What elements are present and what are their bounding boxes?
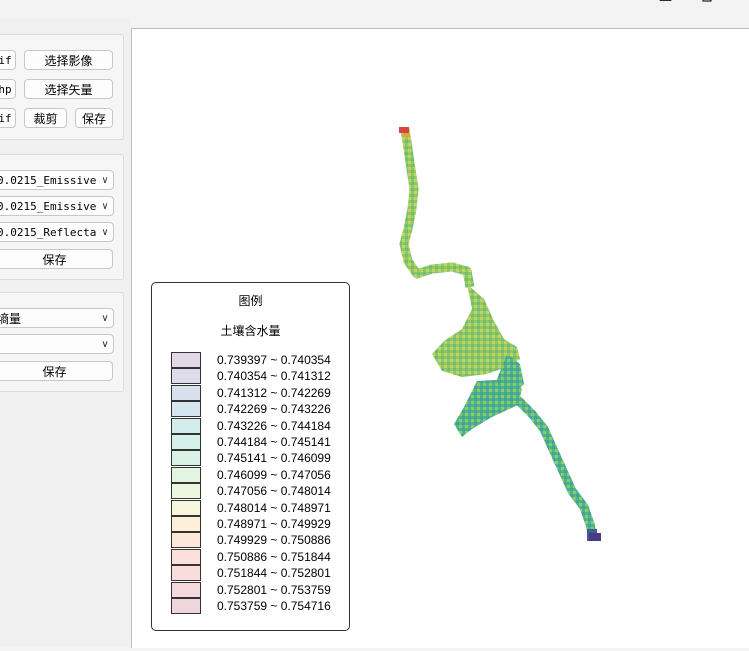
- legend-item: 0.752801 ~ 0.753759: [171, 581, 341, 598]
- chevron-down-icon: ∨: [101, 338, 109, 350]
- save-button-3[interactable]: 保存: [0, 361, 113, 381]
- legend-item-label: 0.748014 ~ 0.748971: [217, 500, 331, 515]
- legend-swatch: [171, 434, 201, 450]
- band-group: 0.0215_Emissive ∨ 0.0215_Emissive ∨ 0.02…: [0, 154, 124, 280]
- legend-swatch: [171, 368, 201, 385]
- legend-swatch: [171, 516, 201, 532]
- output-group: 墒量 ∨ ∨ 保存: [0, 292, 124, 392]
- legend-item: 0.748014 ~ 0.748971: [171, 499, 341, 516]
- legend-swatch: [171, 417, 201, 434]
- variable-combo[interactable]: 墒量 ∨: [0, 308, 114, 328]
- legend-swatch: [171, 581, 201, 598]
- vector-path-field[interactable]: hp: [0, 79, 16, 99]
- chevron-down-icon: ∨: [101, 174, 109, 186]
- legend-swatch: [171, 499, 201, 516]
- legend-swatch: [171, 483, 201, 500]
- legend-item-label: 0.749929 ~ 0.750886: [217, 533, 331, 548]
- legend-item-label: 0.745141 ~ 0.746099: [217, 451, 331, 466]
- legend-swatch: [171, 548, 201, 565]
- legend-swatch: [171, 450, 201, 467]
- legend-item-label: 0.752801 ~ 0.753759: [217, 582, 331, 597]
- legend-item-label: 0.740354 ~ 0.741312: [217, 369, 331, 384]
- select-vector-button[interactable]: 选择矢量: [24, 79, 113, 99]
- legend-item-label: 0.750886 ~ 0.751844: [217, 549, 331, 564]
- legend-item: 0.743226 ~ 0.744184: [171, 417, 341, 434]
- legend-item: 0.739397 ~ 0.740354: [171, 352, 341, 368]
- legend-item-label: 0.746099 ~ 0.747056: [217, 467, 331, 482]
- legend-item-label: 0.744184 ~ 0.745141: [217, 435, 331, 449]
- legend-item-label: 0.748971 ~ 0.749929: [217, 517, 331, 531]
- legend-item-label: 0.747056 ~ 0.748014: [217, 484, 331, 499]
- legend-subtitle: 土壤含水量: [220, 324, 281, 338]
- band-combo-1[interactable]: 0.0215_Emissive ∨: [0, 170, 114, 190]
- legend-item: 0.746099 ~ 0.747056: [171, 466, 341, 483]
- legend-swatch: [171, 466, 201, 483]
- image-path-field[interactable]: if: [0, 50, 16, 70]
- legend-item: 0.740354 ~ 0.741312: [171, 368, 341, 385]
- legend-swatch: [171, 565, 201, 582]
- minimize-icon[interactable]: —: [659, 0, 672, 8]
- method-combo[interactable]: ∨: [0, 334, 114, 354]
- clip-button[interactable]: 裁剪: [24, 108, 67, 128]
- legend-item: 0.751844 ~ 0.752801: [171, 565, 341, 582]
- legend-item-label: 0.739397 ~ 0.740354: [217, 353, 331, 367]
- maximize-icon[interactable]: [702, 0, 712, 6]
- legend-item-label: 0.753759 ~ 0.754716: [217, 599, 331, 613]
- legend-item-label: 0.741312 ~ 0.742269: [217, 385, 331, 400]
- legend-swatch: [171, 532, 201, 549]
- legend-item: 0.741312 ~ 0.742269: [171, 384, 341, 401]
- chevron-down-icon: ∨: [101, 312, 109, 324]
- select-image-button[interactable]: 选择影像: [24, 50, 113, 70]
- legend-item: 0.753759 ~ 0.754716: [171, 598, 341, 614]
- save-button-2[interactable]: 保存: [0, 249, 113, 269]
- band-combo-3[interactable]: 0.0215_Reflectan ∨: [0, 222, 114, 242]
- chevron-down-icon: ∨: [101, 200, 109, 212]
- legend-item: 0.745141 ~ 0.746099: [171, 450, 341, 467]
- band-combo-2[interactable]: 0.0215_Emissive ∨: [0, 196, 114, 216]
- window-titlebar: —: [0, 0, 749, 18]
- save-button-1[interactable]: 保存: [75, 108, 113, 128]
- left-control-panel: if 选择影像 hp 选择矢量 if 裁剪 保存 0.0215_Emissive…: [0, 18, 131, 647]
- map-legend: 图例 土壤含水量 0.739397 ~ 0.740354 0.740354 ~ 0…: [151, 282, 350, 631]
- legend-swatch: [171, 352, 201, 368]
- legend-title: 图例: [238, 294, 263, 308]
- legend-item: 0.747056 ~ 0.748014: [171, 483, 341, 500]
- legend-item: 0.748971 ~ 0.749929: [171, 516, 341, 532]
- legend-item: 0.742269 ~ 0.743226: [171, 401, 341, 418]
- legend-item-label: 0.742269 ~ 0.743226: [217, 402, 331, 417]
- legend-swatch: [171, 401, 201, 418]
- output-path-field[interactable]: if: [0, 108, 16, 128]
- legend-item: 0.750886 ~ 0.751844: [171, 548, 341, 565]
- legend-item: 0.749929 ~ 0.750886: [171, 532, 341, 549]
- legend-item-label: 0.743226 ~ 0.744184: [217, 418, 331, 433]
- legend-swatch: [171, 384, 201, 401]
- legend-swatch: [171, 598, 201, 614]
- legend-item: 0.744184 ~ 0.745141: [171, 434, 341, 450]
- chevron-down-icon: ∨: [101, 226, 109, 238]
- legend-item-label: 0.751844 ~ 0.752801: [217, 566, 331, 581]
- file-group: if 选择影像 hp 选择矢量 if 裁剪 保存: [0, 34, 124, 140]
